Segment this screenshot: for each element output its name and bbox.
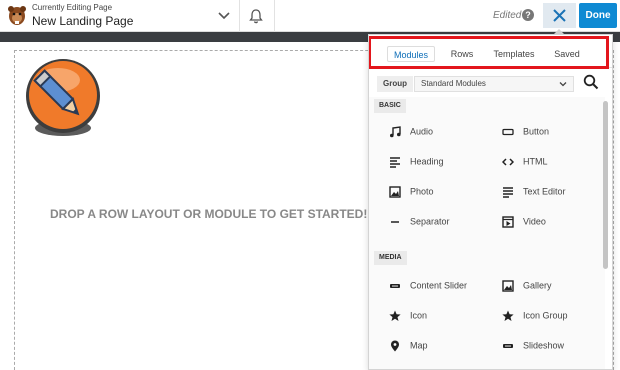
html-icon [502, 158, 514, 166]
star-icon [502, 310, 514, 321]
slideshow-icon [503, 343, 513, 348]
module-separator[interactable]: Separator [389, 213, 450, 229]
section-header-basic: BASIC [374, 99, 406, 113]
close-icon [553, 9, 566, 22]
edited-status: Edited [493, 10, 522, 21]
module-video[interactable]: Video [502, 213, 546, 229]
group-label: Group [377, 76, 413, 92]
chevron-down-icon [559, 82, 567, 87]
panel-tabs: Modules Rows Templates Saved [369, 35, 612, 69]
empty-canvas-prompt: DROP A ROW LAYOUT OR MODULE TO GET START… [50, 207, 368, 221]
section-header-media: MEDIA [374, 251, 407, 265]
beaver-logo-icon [8, 6, 26, 25]
video-icon [502, 215, 514, 228]
module-icon[interactable]: Icon [389, 307, 427, 323]
bell-icon[interactable] [249, 8, 263, 24]
content-panel: Modules Rows Templates Saved Group Stand… [368, 34, 613, 370]
search-icon[interactable] [583, 74, 599, 90]
page-title: New Landing Page [32, 14, 134, 28]
content-slider-icon [390, 283, 400, 288]
photo-icon [389, 185, 401, 198]
module-heading[interactable]: Heading [389, 153, 444, 169]
audio-icon [390, 125, 401, 137]
module-html[interactable]: HTML [502, 153, 548, 169]
separator-icon [391, 220, 399, 223]
module-audio[interactable]: Audio [389, 123, 433, 139]
close-panel-button[interactable] [543, 3, 576, 28]
module-icon-group[interactable]: Icon Group [502, 307, 568, 323]
divider [239, 0, 240, 32]
divider [274, 0, 275, 32]
module-map[interactable]: Map [389, 337, 428, 353]
map-pin-icon [391, 340, 399, 352]
top-bar: Currently Editing Page New Landing Page … [0, 0, 620, 32]
panel-scrollbar[interactable] [603, 101, 608, 269]
module-content-slider[interactable]: Content Slider [389, 277, 467, 293]
done-button[interactable]: Done [579, 3, 617, 28]
module-list: BASIC Audio Button Heading HTML Photo Te… [369, 97, 605, 369]
module-button[interactable]: Button [502, 123, 549, 139]
gallery-icon [502, 279, 514, 292]
button-icon [502, 128, 514, 135]
module-gallery[interactable]: Gallery [502, 277, 552, 293]
help-icon[interactable]: ? [522, 9, 534, 21]
star-icon [389, 310, 401, 321]
pencil-logo-icon [26, 59, 100, 136]
text-editor-icon [503, 186, 513, 198]
group-select-value: Standard Modules [421, 79, 486, 88]
module-slideshow[interactable]: Slideshow [502, 337, 564, 353]
module-photo[interactable]: Photo [389, 183, 434, 199]
page-title-block[interactable]: Currently Editing Page New Landing Page [32, 3, 232, 29]
chevron-down-icon[interactable] [217, 8, 231, 22]
module-text-editor[interactable]: Text Editor [502, 183, 566, 199]
editing-subtitle: Currently Editing Page [32, 3, 113, 12]
tabs-highlight-box [369, 36, 609, 69]
group-select[interactable]: Standard Modules [414, 76, 574, 92]
heading-icon [390, 156, 400, 168]
group-selector-row: Group Standard Modules [369, 71, 612, 97]
